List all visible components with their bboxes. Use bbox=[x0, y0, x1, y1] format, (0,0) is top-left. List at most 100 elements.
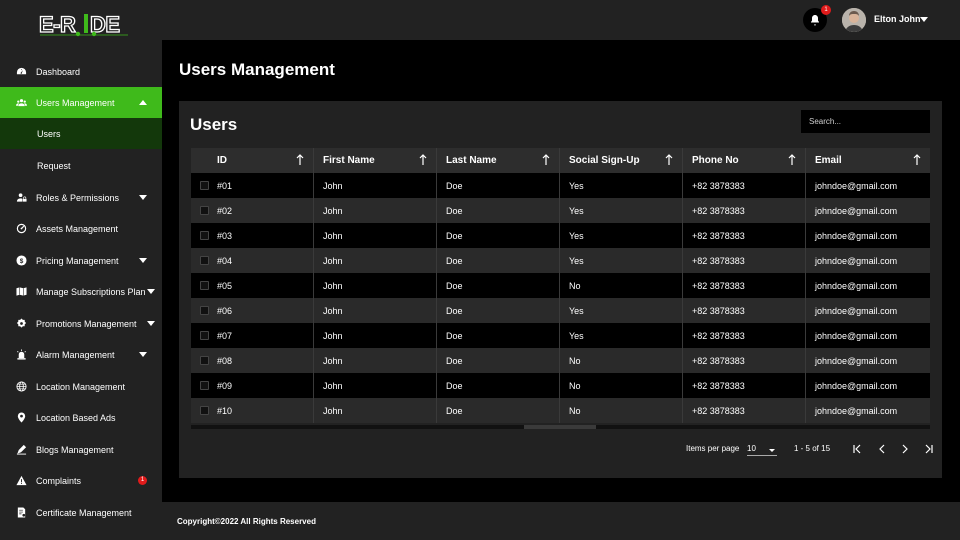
cell-text: Doe bbox=[446, 405, 463, 416]
sidebar-item-dashboard[interactable]: Dashboard bbox=[0, 56, 162, 87]
sidebar-item-complaints[interactable]: Complaints 1 bbox=[0, 465, 162, 496]
sort-arrow-icon[interactable] bbox=[913, 154, 921, 166]
row-checkbox[interactable] bbox=[200, 406, 209, 415]
cell-email: johndoe@gmail.com bbox=[806, 173, 930, 198]
sidebar-item-label: Dashboard bbox=[36, 66, 81, 77]
cell-email: johndoe@gmail.com bbox=[806, 348, 930, 373]
sidebar-item-certificate-management[interactable]: Certificate Management bbox=[0, 497, 162, 528]
notification-button[interactable]: 1 bbox=[803, 5, 831, 32]
table-row[interactable]: #06 John Doe Yes +82 3878383 johndoe@gmail.co… bbox=[191, 298, 930, 323]
users-table: ID First Name Last Name Social Sign-Up P… bbox=[191, 148, 930, 423]
sort-arrow-icon[interactable] bbox=[542, 154, 550, 166]
table-row[interactable]: #08 John Doe No +82 3878383 johndoe@gmail.com bbox=[191, 348, 930, 373]
search-input[interactable] bbox=[801, 110, 930, 133]
cell-last-name: Doe bbox=[437, 173, 560, 198]
table-row[interactable]: #03 John Doe Yes +82 3878383 johndoe@gmail.co… bbox=[191, 223, 930, 248]
cell-id: #08 bbox=[191, 348, 314, 373]
sidebar-item-location-management[interactable]: Location Management bbox=[0, 371, 162, 402]
column-header-social-sign-up[interactable]: Social Sign-Up bbox=[560, 148, 683, 173]
sidebar-item-promotions-management[interactable]: Promotions Management bbox=[0, 308, 162, 339]
table-row[interactable]: #10 John Doe No +82 3878383 johndoe@gmail.com bbox=[191, 398, 930, 423]
chevron-up-icon bbox=[139, 100, 147, 105]
cell-id: #04 bbox=[191, 248, 314, 273]
next-page-button[interactable] bbox=[898, 442, 912, 456]
avatar[interactable] bbox=[842, 8, 866, 32]
column-header-email[interactable]: Email bbox=[806, 148, 930, 173]
sidebar-item-label: Certificate Management bbox=[36, 507, 132, 518]
column-header-first-name[interactable]: First Name bbox=[314, 148, 437, 173]
cell-text: John bbox=[323, 305, 343, 316]
column-header-id[interactable]: ID bbox=[191, 148, 314, 173]
sidebar-item-roles-permissions[interactable]: Roles & Permissions bbox=[0, 182, 162, 213]
last-page-button[interactable] bbox=[922, 442, 936, 456]
cell-last-name: Doe bbox=[437, 298, 560, 323]
row-checkbox[interactable] bbox=[200, 331, 209, 340]
row-checkbox[interactable] bbox=[200, 256, 209, 265]
horizontal-scrollbar[interactable] bbox=[191, 425, 930, 429]
sort-arrow-icon[interactable] bbox=[665, 154, 673, 166]
row-checkbox[interactable] bbox=[200, 281, 209, 290]
sidebar-item-location-based-ads[interactable]: Location Based Ads bbox=[0, 402, 162, 433]
table-row[interactable]: #01 John Doe Yes +82 3878383 johndoe@gmail.co… bbox=[191, 173, 930, 198]
cell-last-name: Doe bbox=[437, 223, 560, 248]
cell-phone-no: +82 3878383 bbox=[683, 173, 806, 198]
column-header-last-name[interactable]: Last Name bbox=[437, 148, 560, 173]
row-checkbox[interactable] bbox=[200, 306, 209, 315]
sidebar-item-alarm-management[interactable]: Alarm Management bbox=[0, 339, 162, 370]
table-row[interactable]: #04 John Doe Yes +82 3878383 johndoe@gmail.co… bbox=[191, 248, 930, 273]
cell-phone-no: +82 3878383 bbox=[683, 198, 806, 223]
row-checkbox[interactable] bbox=[200, 181, 209, 190]
sort-arrow-icon[interactable] bbox=[419, 154, 427, 166]
sort-arrow-icon[interactable] bbox=[788, 154, 796, 166]
dollar-icon: $ bbox=[15, 255, 27, 267]
cell-text: #08 bbox=[217, 355, 233, 366]
sidebar: Dashboard Users Management Users Request… bbox=[0, 40, 162, 540]
scrollbar-thumb[interactable] bbox=[524, 425, 596, 429]
sidebar-subitem-users[interactable]: Users bbox=[0, 118, 162, 149]
cell-phone-no: +82 3878383 bbox=[683, 273, 806, 298]
cell-text: johndoe@gmail.com bbox=[815, 205, 898, 216]
table-row[interactable]: #05 John Doe No +82 3878383 johndoe@gmail.com bbox=[191, 273, 930, 298]
cell-last-name: Doe bbox=[437, 348, 560, 373]
sidebar-item-users-management[interactable]: Users Management bbox=[0, 87, 162, 118]
cell-email: johndoe@gmail.com bbox=[806, 398, 930, 423]
sidebar-item-assets-management[interactable]: Assets Management bbox=[0, 213, 162, 244]
svg-text:$: $ bbox=[19, 258, 23, 265]
table-row[interactable]: #02 John Doe Yes +82 3878383 johndoe@gmail.co… bbox=[191, 198, 930, 223]
cell-text: +82 3878383 bbox=[692, 305, 745, 316]
row-checkbox[interactable] bbox=[200, 381, 209, 390]
column-header-label: Phone No bbox=[692, 155, 739, 166]
sidebar-subitem-request[interactable]: Request bbox=[0, 150, 162, 181]
sidebar-item-label: Location Management bbox=[36, 381, 126, 392]
cell-phone-no: +82 3878383 bbox=[683, 248, 806, 273]
cell-first-name: John bbox=[314, 398, 437, 423]
row-checkbox[interactable] bbox=[200, 356, 209, 365]
previous-page-button[interactable] bbox=[875, 442, 889, 456]
cell-phone-no: +82 3878383 bbox=[683, 398, 806, 423]
cell-text: johndoe@gmail.com bbox=[815, 255, 898, 266]
user-name[interactable]: Elton John bbox=[874, 14, 921, 24]
notification-badge: 1 bbox=[821, 5, 831, 15]
sidebar-item-pricing-management[interactable]: $ Pricing Management bbox=[0, 245, 162, 276]
cell-text: johndoe@gmail.com bbox=[815, 405, 898, 416]
column-header-phone-no[interactable]: Phone No bbox=[683, 148, 806, 173]
sort-arrow-icon[interactable] bbox=[296, 154, 304, 166]
eride-logo[interactable]: E-R DE bbox=[38, 11, 130, 37]
row-checkbox[interactable] bbox=[200, 231, 209, 240]
sidebar-item-label: Promotions Management bbox=[36, 318, 137, 329]
cell-email: johndoe@gmail.com bbox=[806, 373, 930, 398]
sidebar-item-manage-subscriptions-plan[interactable]: Manage Subscriptions Plan bbox=[0, 276, 162, 307]
chevron-down-icon bbox=[139, 258, 147, 263]
card-title: Users bbox=[190, 115, 238, 134]
first-page-button[interactable] bbox=[850, 442, 864, 456]
cell-social-sign-up: Yes bbox=[560, 198, 683, 223]
table-row[interactable]: #07 John Doe Yes +82 3878383 johndoe@gmail.co… bbox=[191, 323, 930, 348]
cell-text: No bbox=[569, 280, 581, 291]
chevron-down-icon[interactable] bbox=[920, 17, 928, 22]
table-row[interactable]: #09 John Doe No +82 3878383 johndoe@gmail.com bbox=[191, 373, 930, 398]
row-checkbox[interactable] bbox=[200, 206, 209, 215]
chevron-down-icon bbox=[147, 321, 155, 326]
sidebar-item-blogs-management[interactable]: Blogs Management bbox=[0, 434, 162, 465]
cell-text: #04 bbox=[217, 255, 233, 266]
chevron-down-icon bbox=[139, 195, 147, 200]
